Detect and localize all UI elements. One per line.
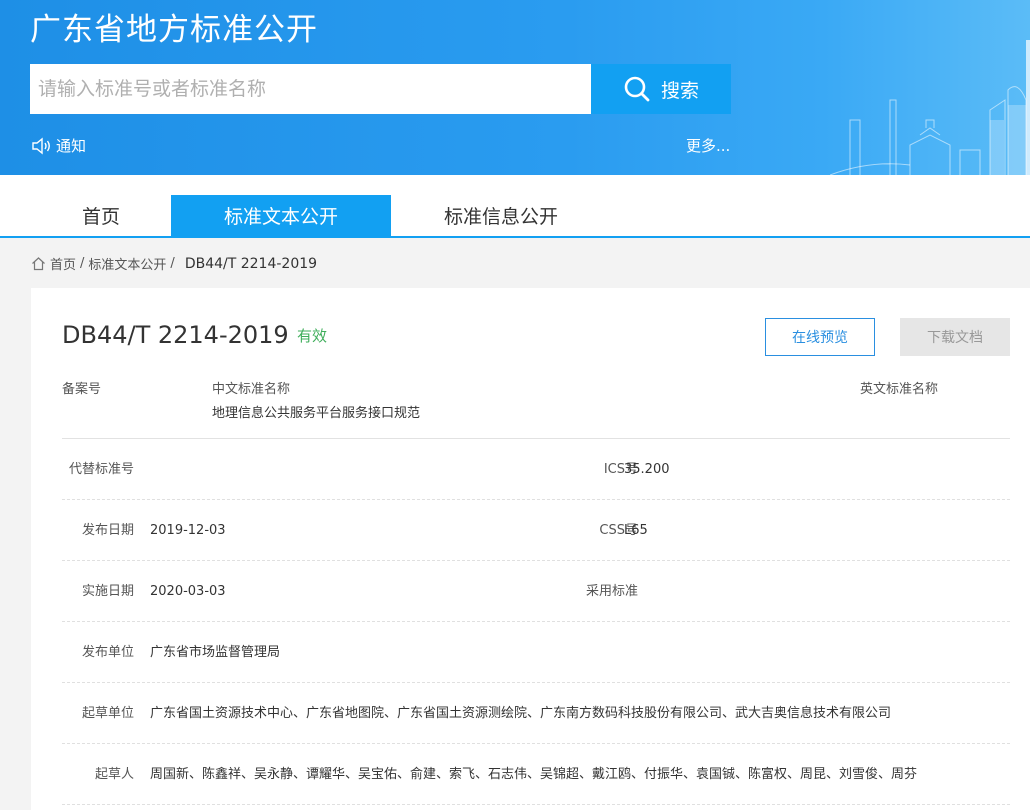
search-icon xyxy=(624,76,650,102)
breadcrumb-section[interactable]: 标准文本公开 xyxy=(88,254,166,273)
detail-row: 起草人 周国新、陈鑫祥、吴永静、谭耀华、吴宝佑、俞建、索飞、石志伟、吴锦超、戴江… xyxy=(62,744,1010,805)
drafter-label: 起草人 xyxy=(94,767,134,782)
speaker-icon xyxy=(32,137,50,154)
nav-tab-home[interactable]: 首页 xyxy=(31,195,171,236)
standard-detail-card: DB44/T 2214-2019 有效 在线预览 下载文档 备案号 中文标准名称… xyxy=(31,288,1030,810)
main-nav: 首页 标准文本公开 标准信息公开 xyxy=(0,175,1030,238)
site-title: 广东省地方标准公开 xyxy=(30,12,318,48)
publisher-label: 发布单位 xyxy=(81,645,134,660)
standard-number: DB44/T 2214-2019 xyxy=(62,321,289,349)
ics-value: 35.200 xyxy=(624,462,670,477)
css-label: CSS号 xyxy=(599,523,638,538)
detail-row: 实施日期 2020-03-03 采用标准 xyxy=(62,561,1010,622)
cn-name-value: 地理信息公共服务平台服务接口规范 xyxy=(212,406,421,421)
preview-button[interactable]: 在线预览 xyxy=(765,318,875,356)
detail-row: 发布单位 广东省市场监督管理局 xyxy=(62,622,1010,683)
drafting-unit-value: 广东省国土资源技术中心、广东省地图院、广东省国土资源测绘院、广东南方数码科技股份… xyxy=(150,706,892,721)
home-icon xyxy=(32,257,45,271)
en-name-label: 英文标准名称 xyxy=(860,382,939,397)
publisher-value: 广东省市场监督管理局 xyxy=(150,645,281,660)
drafting-unit-label: 起草单位 xyxy=(81,706,134,721)
search-input[interactable] xyxy=(30,64,591,114)
breadcrumb-home[interactable]: 首页 xyxy=(50,254,76,273)
drafter-value: 周国新、陈鑫祥、吴永静、谭耀华、吴宝佑、俞建、索飞、石志伟、吴锦超、戴江鸥、付振… xyxy=(150,767,918,782)
more-link[interactable]: 更多... xyxy=(686,135,730,156)
effective-date-label: 实施日期 xyxy=(81,584,134,599)
search-button[interactable]: 搜索 xyxy=(591,64,731,114)
nav-tab-standard-info[interactable]: 标准信息公开 xyxy=(391,195,611,236)
breadcrumb-separator: / xyxy=(170,256,175,271)
record-no-label: 备案号 xyxy=(62,382,102,397)
status-badge: 有效 xyxy=(297,327,328,345)
cn-name-label: 中文标准名称 xyxy=(212,382,291,397)
css-value: L65 xyxy=(624,523,648,538)
detail-row: 起草单位 广东省国土资源技术中心、广东省地图院、广东省国土资源测绘院、广东南方数… xyxy=(62,683,1010,744)
notice-label: 通知 xyxy=(56,137,87,155)
publish-date-value: 2019-12-03 xyxy=(150,523,226,538)
effective-date-value: 2020-03-03 xyxy=(150,584,226,599)
ics-label: ICS号 xyxy=(603,462,638,477)
breadcrumb-current: DB44/T 2214-2019 xyxy=(184,255,318,272)
site-header: 广东省地方标准公开 搜索 通知 更多... xyxy=(0,0,1030,175)
adopted-label: 采用标准 xyxy=(585,584,638,599)
replaced-label: 代替标准号 xyxy=(68,462,134,477)
search-button-label: 搜索 xyxy=(660,79,699,102)
download-button[interactable]: 下载文档 xyxy=(900,318,1010,356)
detail-row: 发布日期 2019-12-03 CSS号 L65 xyxy=(62,500,1010,561)
notice-link[interactable]: 通知 xyxy=(31,135,86,156)
city-skyline-illustration xyxy=(830,86,1027,175)
nav-tab-standard-text[interactable]: 标准文本公开 xyxy=(171,195,391,236)
breadcrumb: 首页 / 标准文本公开 / DB44/T 2214-2019 xyxy=(31,254,317,273)
breadcrumb-separator: / xyxy=(80,256,85,271)
detail-row: 代替标准号 ICS号 35.200 xyxy=(62,439,1010,500)
publish-date-label: 发布日期 xyxy=(81,523,134,538)
scrollbar[interactable] xyxy=(1026,40,1030,175)
